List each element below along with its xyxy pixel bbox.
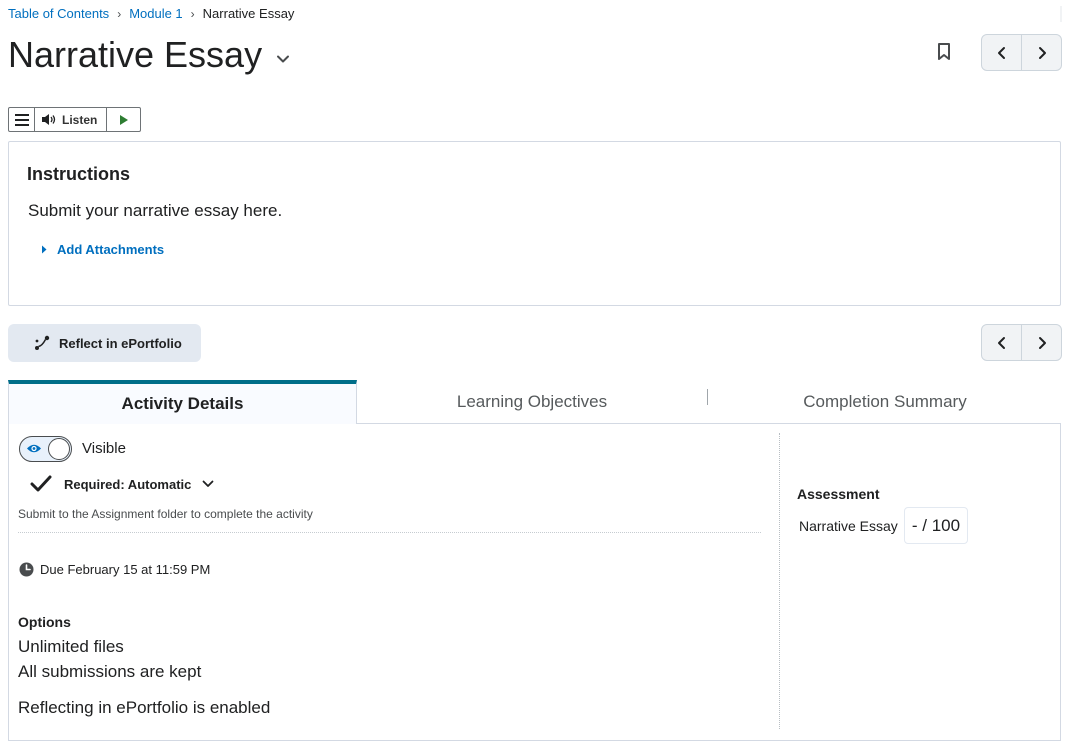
activity-details-panel [8,424,1061,741]
option-item: All submissions are kept [18,662,202,681]
tab-activity-details[interactable]: Activity Details [8,380,357,424]
due-date-text: Due February 15 at 11:59 PM [40,562,211,577]
menu-icon[interactable] [9,108,35,131]
tab-divider [707,389,708,405]
bookmark-icon[interactable] [936,42,952,62]
assessment-heading: Assessment [797,486,880,502]
tab-completion-summary[interactable]: Completion Summary [709,380,1061,423]
chevron-right-icon [1038,336,1046,349]
chevron-left-icon [997,336,1005,349]
top-topic-navigation [981,34,1062,71]
checkmark-icon [30,475,52,492]
options-heading: Options [18,614,71,630]
instructions-heading: Instructions [27,164,131,184]
eportfolio-icon [34,335,50,351]
clock-icon [19,562,34,577]
breadcrumb-separator: › [117,6,122,21]
eportfolio-note: Reflecting in ePortfolio is enabled [18,698,271,717]
assessment-item-name: Narrative Essay [799,518,898,534]
reflect-in-eportfolio-button[interactable]: Reflect in ePortfolio [8,324,201,362]
next-topic-button[interactable] [1021,35,1061,70]
instructions-body: Submit your narrative essay here. [28,201,283,220]
required-label: Required: Automatic [64,476,192,492]
chevron-down-icon [202,480,214,487]
reflect-label: Reflect in ePortfolio [59,335,182,351]
completion-note: Submit to the Assignment folder to compl… [18,507,313,521]
page-title: Narrative Essay [8,34,263,75]
section-separator [18,532,761,533]
next-topic-button[interactable] [1021,325,1061,360]
listen-label: Listen [62,112,98,127]
breadcrumb-current: Narrative Essay [202,6,295,21]
breadcrumb: Table of Contents › Module 1 › Narrative… [8,6,294,21]
due-date: Due February 15 at 11:59 PM [19,562,210,577]
chevron-left-icon [997,46,1005,59]
speaker-icon [42,114,56,125]
listen-button[interactable]: Listen [35,108,108,131]
scroll-indicator [1060,6,1062,22]
visibility-label: Visible [82,440,126,457]
play-button[interactable] [107,108,140,131]
panel-divider [779,433,780,729]
completion-requirement-dropdown[interactable]: Required: Automatic [30,475,214,493]
page-title-row: Narrative Essay [8,34,290,76]
add-attachments-link[interactable]: Add Attachments [41,242,164,257]
play-icon [119,114,128,125]
breadcrumb-link-module[interactable]: Module 1 [129,6,182,21]
eye-icon [27,444,41,453]
tab-bar: Activity Details Learning Objectives Com… [8,380,1061,424]
instructions-card: Instructions Submit your narrative essay… [8,141,1061,306]
toggle-knob [48,438,70,460]
caret-right-icon [42,245,47,254]
breadcrumb-link-table-of-contents[interactable]: Table of Contents [8,6,109,21]
visibility-toggle[interactable] [19,436,72,462]
add-attachments-label: Add Attachments [57,242,165,257]
tab-learning-objectives[interactable]: Learning Objectives [356,380,708,423]
assessment-score: - / 100 [904,507,968,544]
breadcrumb-separator: › [190,6,195,21]
readspeaker-toolbar: Listen [8,107,142,132]
bottom-topic-navigation [981,324,1062,361]
chevron-right-icon [1038,46,1046,59]
chevron-down-icon[interactable] [276,52,290,66]
option-item: Unlimited files [18,637,124,656]
previous-topic-button[interactable] [982,35,1021,70]
previous-topic-button[interactable] [982,325,1021,360]
